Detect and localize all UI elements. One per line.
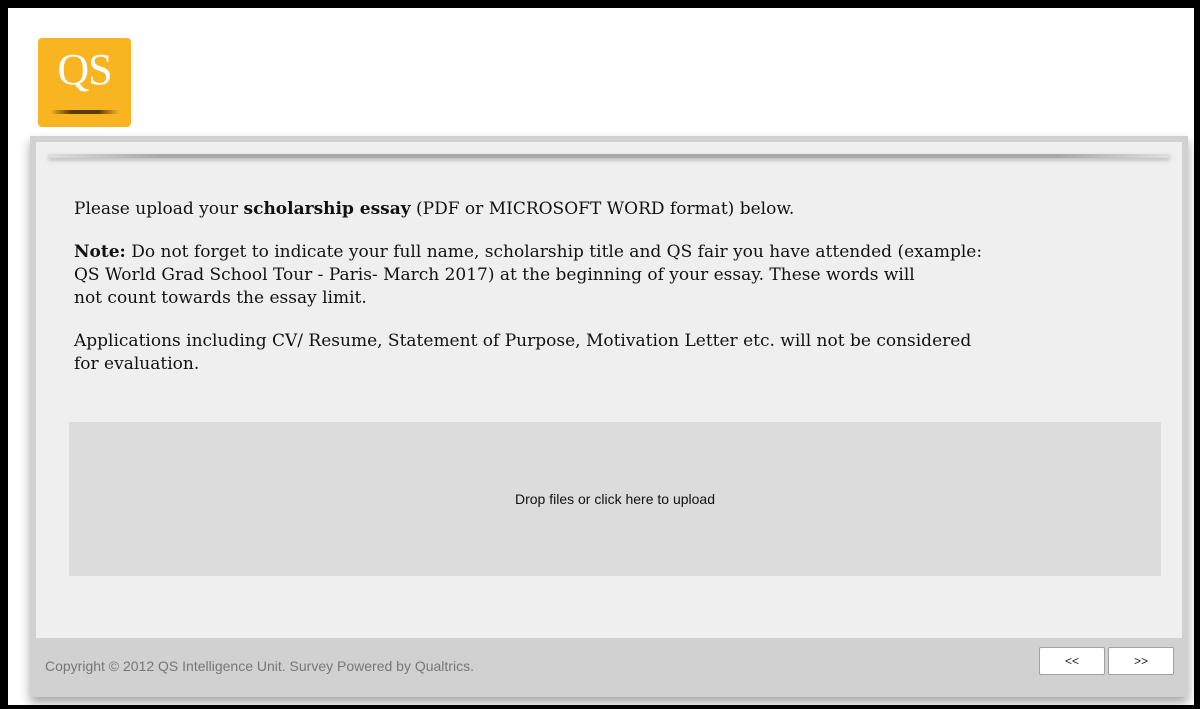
- qs-logo-text: QS: [57, 45, 112, 94]
- applications-paragraph: Applications including CV/ Resume, State…: [74, 331, 972, 374]
- window-frame: QS Please upload your scholarship essay …: [0, 0, 1200, 709]
- header-divider: [48, 154, 1170, 158]
- next-button[interactable]: >>: [1108, 647, 1174, 675]
- upload-instruction: Please upload your scholarship essay (PD…: [74, 199, 795, 219]
- file-upload-dropzone[interactable]: Drop files or click here to upload: [69, 422, 1161, 576]
- note-paragraph: Note: Do not forget to indicate your ful…: [74, 242, 983, 308]
- copyright-text: Copyright © 2012 QS Intelligence Unit. S…: [45, 658, 474, 674]
- survey-footer: Copyright © 2012 QS Intelligence Unit. S…: [36, 638, 1182, 691]
- scholarship-essay-emphasis: scholarship essay: [243, 199, 411, 219]
- qs-logo-swoosh: [50, 110, 119, 114]
- survey-panel: Please upload your scholarship essay (PD…: [36, 142, 1182, 691]
- qs-logo: QS: [38, 38, 131, 127]
- survey-container: Please upload your scholarship essay (PD…: [30, 136, 1188, 697]
- note-label: Note:: [74, 242, 126, 262]
- navigation-buttons: << >>: [1039, 647, 1174, 675]
- back-button[interactable]: <<: [1039, 647, 1105, 675]
- dropzone-label: Drop files or click here to upload: [515, 491, 715, 507]
- question-text: Please upload your scholarship essay (PD…: [74, 198, 1134, 396]
